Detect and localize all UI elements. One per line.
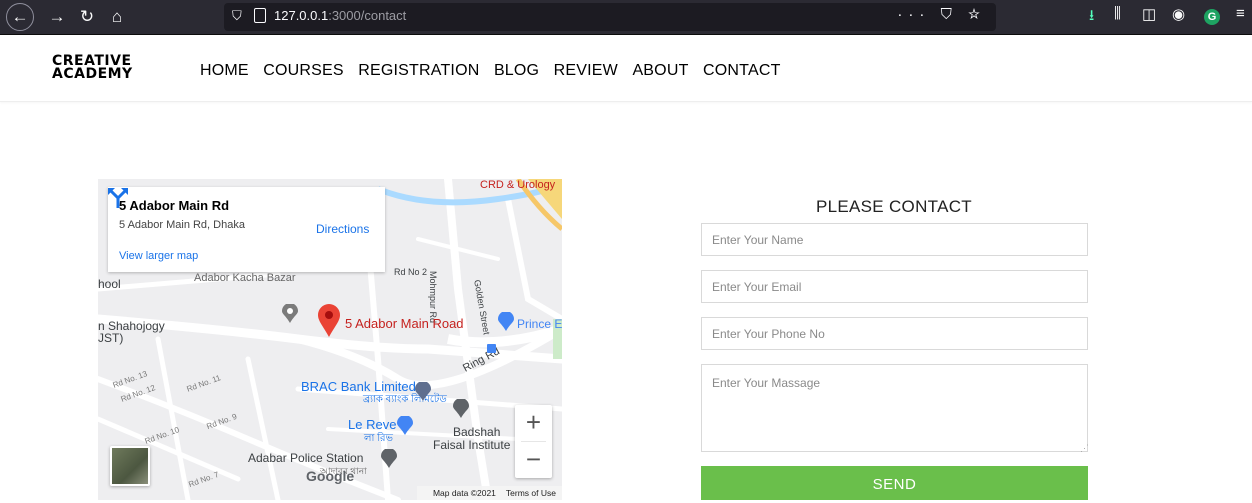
browser-toolbar: ← → ↻ ⌂ ⛉ 127.0.0.1:3000/contact ··· ⛉ ☆… xyxy=(0,0,1252,35)
map-label-police: Adabar Police Station xyxy=(248,451,364,465)
email-input[interactable] xyxy=(701,270,1088,303)
map-label-brac-bn: ব্র্যাক ব্যাংক লিমিটেড xyxy=(363,394,447,405)
nav-registration[interactable]: REGISTRATION xyxy=(358,62,479,79)
site-header: CREATIVE ACADEMY HOME COURSES REGISTRATI… xyxy=(0,35,1252,102)
map-footer: Map data ©2021 Terms of Use xyxy=(416,486,562,500)
form-title: PLEASE CONTACT xyxy=(816,197,972,216)
bus-stop-icon xyxy=(487,344,496,353)
phone-input[interactable] xyxy=(701,317,1088,350)
nav-contact[interactable]: CONTACT xyxy=(703,62,781,79)
download-icon[interactable]: ⭳ xyxy=(1089,5,1094,30)
zoom-out-button[interactable]: − xyxy=(515,442,552,478)
directions-label[interactable]: Directions xyxy=(316,222,369,236)
map-label-lereve-bn: লা রিভ xyxy=(364,433,393,444)
main-nav: HOME COURSES REGISTRATION BLOG REVIEW AB… xyxy=(200,62,791,80)
back-button[interactable]: ← xyxy=(6,3,34,31)
pin-label: 5 Adabor Main Road xyxy=(345,316,464,331)
terms-of-use-link[interactable]: Terms of Use xyxy=(506,488,556,498)
home-button[interactable]: ⌂ xyxy=(104,4,130,30)
school-poi-icon xyxy=(453,399,469,418)
reload-button[interactable]: ↻ xyxy=(74,4,100,30)
zoom-controls: + − xyxy=(515,405,552,478)
place-title: 5 Adabor Main Rd xyxy=(119,198,230,213)
page-actions[interactable]: ··· ⛉ ☆ xyxy=(897,6,986,23)
nav-blog[interactable]: BLOG xyxy=(494,62,539,79)
poi-icon xyxy=(282,304,298,323)
menu-icon[interactable]: ≡ xyxy=(1236,5,1245,22)
map-label-lereve: Le Reve xyxy=(348,417,397,432)
nav-review[interactable]: REVIEW xyxy=(554,62,618,79)
directions-icon[interactable] xyxy=(108,187,128,209)
map-label-crd: CRD & Urology xyxy=(480,179,556,191)
nav-home[interactable]: HOME xyxy=(200,62,249,79)
name-input[interactable] xyxy=(701,223,1088,256)
nav-courses[interactable]: COURSES xyxy=(263,62,344,79)
nav-about[interactable]: ABOUT xyxy=(632,62,688,79)
shield-icon: ⛉ xyxy=(232,8,242,23)
location-pin-icon[interactable] xyxy=(318,304,340,338)
google-logo: Google xyxy=(306,468,355,484)
map-label-ust: JST) xyxy=(98,331,124,345)
embedded-map[interactable]: 5 Adabor Main Rd 5 Adabor Main Rd, Dhaka… xyxy=(98,179,562,500)
page-icon xyxy=(254,8,266,23)
view-larger-map-link[interactable]: View larger map xyxy=(119,250,198,262)
account-icon[interactable]: ◉ xyxy=(1172,5,1185,23)
map-label-badshah2: Faisal Institute xyxy=(433,438,511,452)
map-label-rd2: Rd No 2 xyxy=(394,267,428,277)
logo[interactable]: CREATIVE ACADEMY xyxy=(52,54,133,81)
prince-poi-icon xyxy=(498,312,514,331)
zoom-in-button[interactable]: + xyxy=(515,405,552,441)
shop-poi-icon xyxy=(397,416,413,435)
map-data-credit: Map data ©2021 xyxy=(432,488,496,498)
address-bar[interactable]: ⛉ 127.0.0.1:3000/contact ··· ⛉ ☆ xyxy=(224,3,996,31)
sidebar-icon[interactable]: ◫ xyxy=(1142,5,1156,23)
satellite-toggle[interactable] xyxy=(110,446,150,486)
forward-button[interactable]: → xyxy=(44,4,70,30)
message-textarea[interactable] xyxy=(701,364,1088,452)
library-icon[interactable]: ⫼ xyxy=(1114,5,1121,22)
map-label-bazar: Adabor Kacha Bazar xyxy=(194,272,296,284)
resize-grip-icon[interactable]: ⋰ xyxy=(1080,443,1089,454)
map-label-badshah1: Badshah xyxy=(453,425,501,439)
grammarly-icon[interactable]: G xyxy=(1204,9,1220,25)
map-label-prince: Prince E xyxy=(517,317,562,331)
map-label-school: hool xyxy=(98,277,121,291)
send-button[interactable]: SEND xyxy=(701,466,1088,500)
place-address: 5 Adabor Main Rd, Dhaka xyxy=(119,219,245,231)
url-text: 127.0.0.1:3000/contact xyxy=(274,8,407,23)
place-info-card: 5 Adabor Main Rd 5 Adabor Main Rd, Dhaka… xyxy=(108,187,385,272)
bank-poi-icon xyxy=(415,382,431,401)
police-poi-icon xyxy=(381,449,397,468)
